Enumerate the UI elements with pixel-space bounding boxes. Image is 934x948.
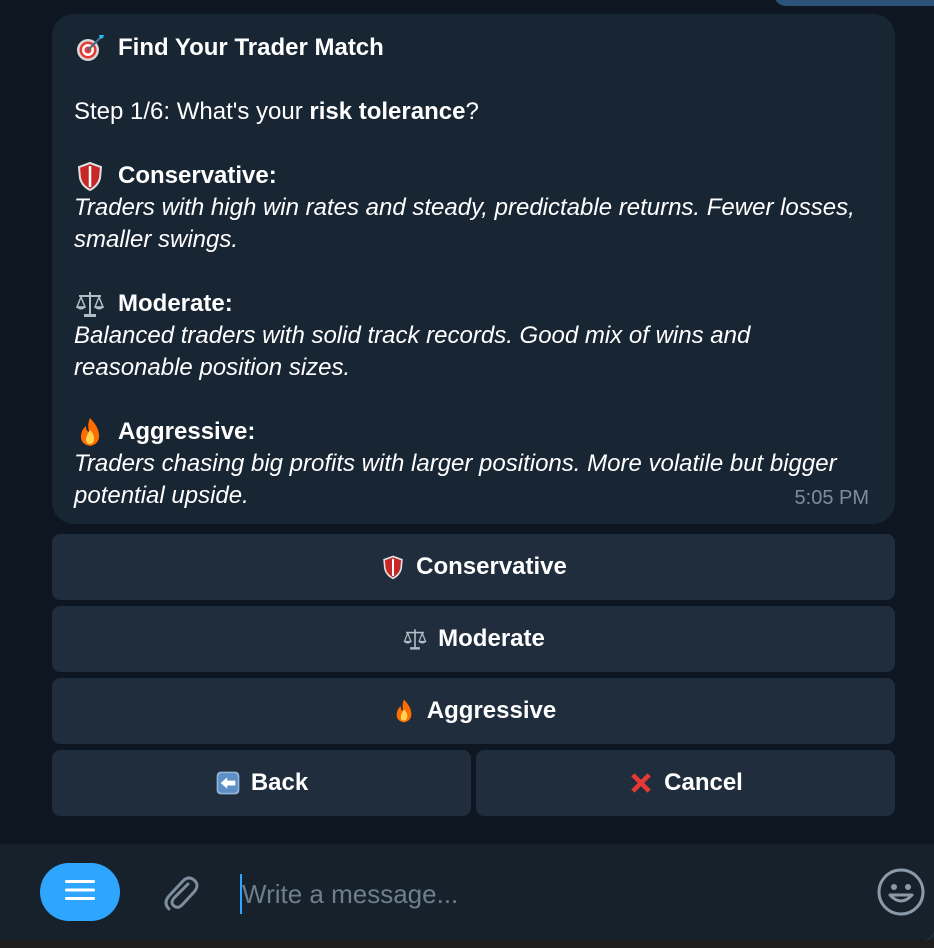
conservative-button-label: Conservative bbox=[416, 553, 567, 580]
paperclip-icon[interactable] bbox=[158, 870, 204, 916]
message-input[interactable] bbox=[240, 874, 844, 914]
outgoing-message-edge bbox=[774, 0, 934, 6]
message-timestamp: 5:05 PM bbox=[794, 487, 869, 509]
menu-icon bbox=[65, 879, 95, 906]
cross-mark-icon bbox=[628, 770, 654, 796]
chat-window: Find Your Trader Match Step 1/6: What's … bbox=[0, 0, 934, 941]
option-aggressive-description: Traders chasing big profits with larger … bbox=[74, 450, 837, 509]
option-heading-text: Aggressive: bbox=[118, 418, 256, 445]
option-conservative-description: Traders with high win rates and steady, … bbox=[74, 194, 855, 253]
conservative-button[interactable]: Conservative bbox=[52, 534, 895, 600]
bot-message-bubble: Find Your Trader Match Step 1/6: What's … bbox=[52, 14, 895, 524]
option-conservative-heading: Conservative: bbox=[74, 160, 873, 192]
window-bottom-edge bbox=[0, 940, 934, 948]
moderate-button-label: Moderate bbox=[438, 625, 545, 652]
aggressive-button-label: Aggressive bbox=[426, 697, 557, 724]
message-title-text: Find Your Trader Match bbox=[118, 34, 384, 61]
aggressive-button[interactable]: Aggressive bbox=[52, 678, 895, 744]
message-title: Find Your Trader Match bbox=[74, 32, 873, 64]
shield-icon bbox=[380, 554, 406, 580]
option-heading-text: Conservative: bbox=[118, 162, 277, 189]
step-question-suffix: ? bbox=[465, 98, 479, 125]
fire-icon bbox=[391, 698, 417, 724]
fire-icon bbox=[74, 416, 106, 448]
cancel-button-label: Cancel bbox=[664, 769, 743, 796]
scales-icon bbox=[74, 288, 106, 320]
option-aggressive-heading: Aggressive: bbox=[74, 416, 873, 448]
back-arrow-icon bbox=[215, 770, 241, 796]
message-composer bbox=[0, 843, 934, 940]
step-question-bold: risk tolerance bbox=[309, 98, 466, 125]
smiley-icon[interactable] bbox=[876, 867, 926, 917]
shield-icon bbox=[74, 160, 106, 192]
back-button-label: Back bbox=[250, 769, 309, 796]
step-question: Step 1/6: What's your risk tolerance? bbox=[74, 96, 873, 128]
cancel-button[interactable]: Cancel bbox=[476, 750, 895, 816]
moderate-button[interactable]: Moderate bbox=[52, 606, 895, 672]
option-heading-text: Moderate: bbox=[118, 290, 233, 317]
target-icon bbox=[74, 32, 106, 64]
back-button[interactable]: Back bbox=[52, 750, 471, 816]
step-question-prefix: Step 1/6: What's your bbox=[74, 98, 310, 125]
option-moderate-description: Balanced traders with solid track record… bbox=[74, 322, 751, 381]
option-moderate-heading: Moderate: bbox=[74, 288, 873, 320]
bot-menu-button[interactable] bbox=[40, 863, 120, 921]
scales-icon bbox=[402, 626, 428, 652]
